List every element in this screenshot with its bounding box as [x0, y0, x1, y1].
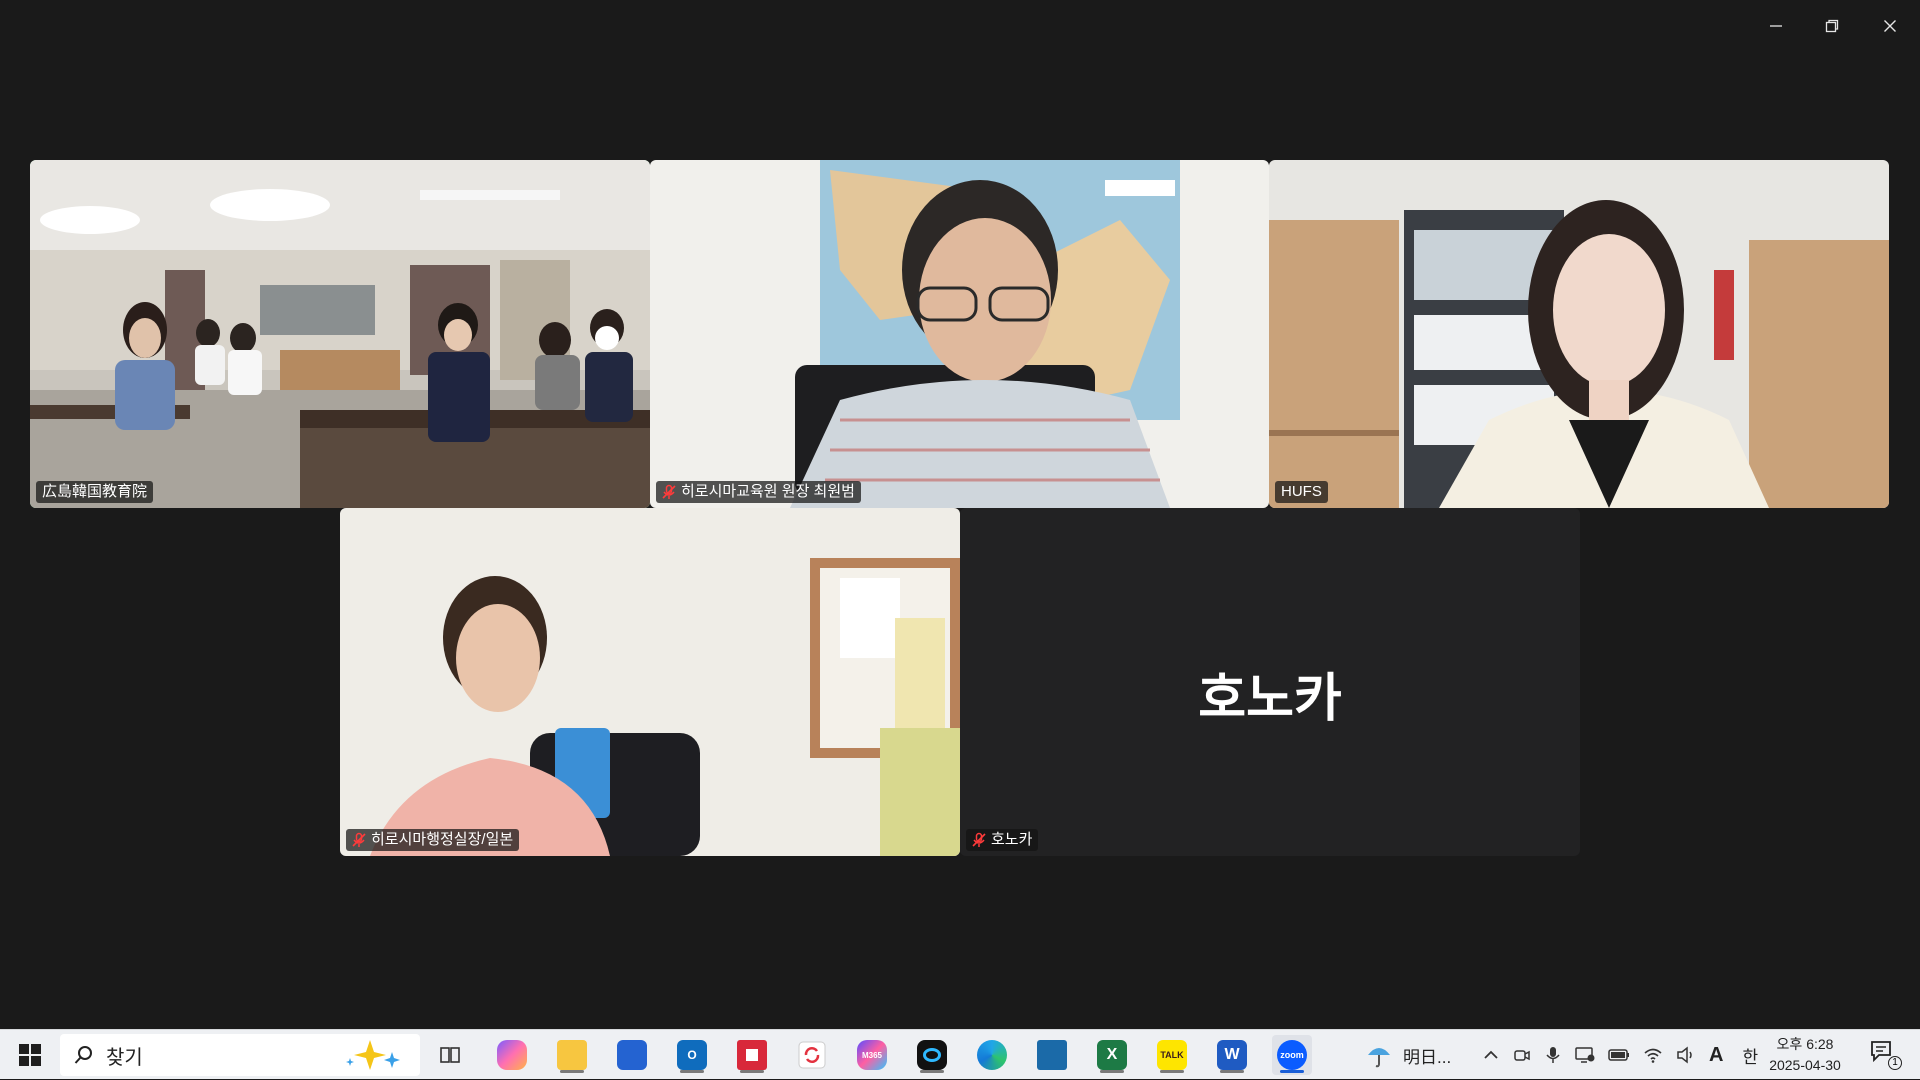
chevron-up-icon[interactable]: [1482, 1046, 1500, 1064]
participant-display-name: 호노카: [1198, 669, 1342, 729]
weather-widget[interactable]: 明日...: [1365, 1030, 1451, 1080]
search-placeholder: 찾기: [106, 1046, 143, 1069]
word-icon: W: [1217, 1040, 1247, 1070]
minimize-icon: [1770, 25, 1782, 27]
kakaotalk-button[interactable]: TALK: [1152, 1035, 1192, 1075]
weather-text: 明日...: [1403, 1047, 1452, 1067]
taskbar-clock[interactable]: 오후 6:28 2025-04-30: [1760, 1034, 1850, 1076]
participant-name: 호노카: [991, 831, 1033, 848]
zoom-button[interactable]: zoom: [1272, 1035, 1312, 1075]
close-button[interactable]: [1862, 8, 1918, 44]
sync-icon: [798, 1041, 826, 1069]
edge-button[interactable]: [972, 1035, 1012, 1075]
microsoft-store-button[interactable]: [612, 1035, 652, 1075]
remote-app-button[interactable]: [732, 1035, 772, 1075]
admin-video: [340, 508, 960, 856]
kiosk-app-icon: [1037, 1040, 1067, 1070]
notification-center-button[interactable]: 1: [1870, 1040, 1902, 1070]
clock-date: 2025-04-30: [1769, 1057, 1841, 1073]
microphone-icon[interactable]: [1544, 1046, 1562, 1064]
kakaotalk-icon: TALK: [1157, 1040, 1187, 1070]
mic-muted-icon: [972, 832, 986, 847]
participant-name-label: 히로시마교육원 원장 최원범: [656, 481, 861, 503]
webex-button[interactable]: [912, 1035, 952, 1075]
sync-app-button[interactable]: [792, 1035, 832, 1075]
battery-icon[interactable]: [1608, 1048, 1630, 1062]
excel-button[interactable]: X: [1092, 1035, 1132, 1075]
display-icon[interactable]: [1575, 1046, 1595, 1064]
task-view-icon: [440, 1047, 460, 1063]
webex-icon: [917, 1040, 947, 1070]
restore-button[interactable]: [1804, 8, 1860, 44]
store-icon: [617, 1040, 647, 1070]
camera-icon[interactable]: [1513, 1046, 1531, 1064]
participant-name-label: 호노카: [966, 829, 1039, 851]
clock-time: 오후 6:28: [1776, 1036, 1834, 1052]
mic-muted-icon: [662, 484, 676, 499]
umbrella-icon: [1368, 1048, 1390, 1068]
wifi-icon[interactable]: [1643, 1046, 1663, 1064]
director-video: [650, 160, 1269, 508]
remote-app-icon: [737, 1040, 767, 1070]
hufs-video: [1269, 160, 1889, 508]
video-tile-director[interactable]: 히로시마교육원 원장 최원범: [650, 160, 1269, 508]
system-tray: A 한: [1482, 1030, 1758, 1080]
participant-name-label: HUFS: [1275, 481, 1328, 503]
participant-name-label: 広島韓国教育院: [36, 481, 154, 503]
mic-muted-icon: [352, 832, 366, 847]
kiosk-app-button[interactable]: [1032, 1035, 1072, 1075]
video-tile-honoka[interactable]: 호노카 호노카: [960, 508, 1580, 856]
outlook-icon: O: [677, 1040, 707, 1070]
participant-name: HUFS: [1281, 483, 1322, 500]
edge-icon: [977, 1040, 1007, 1070]
taskbar-search-box[interactable]: 찾기: [60, 1034, 420, 1076]
classroom-video: [30, 160, 650, 508]
minimize-button[interactable]: [1748, 8, 1804, 44]
task-view-button[interactable]: [430, 1035, 470, 1075]
zoom-meeting-window: 広島韓国教育院 히로시마교육원 원장 최원범 HUFS 히로시마행정실장/일본 …: [0, 0, 1920, 1029]
outlook-button[interactable]: O: [672, 1035, 712, 1075]
notification-badge: 1: [1888, 1056, 1902, 1070]
close-icon: [1884, 20, 1896, 32]
word-button[interactable]: W: [1212, 1035, 1252, 1075]
speaker-icon[interactable]: [1676, 1046, 1696, 1064]
excel-icon: X: [1097, 1040, 1127, 1070]
sparkle-icon: [346, 1040, 400, 1070]
file-explorer-button[interactable]: [552, 1035, 592, 1075]
copilot-button[interactable]: [492, 1035, 532, 1075]
start-button[interactable]: [0, 1030, 60, 1080]
participant-name-label: 히로시마행정실장/일본: [346, 829, 520, 851]
participant-name: 히로시마교육원 원장 최원범: [681, 483, 855, 500]
video-tile-classroom[interactable]: 広島韓国教育院: [30, 160, 650, 508]
folder-icon: [557, 1040, 587, 1070]
windows-logo-icon: [19, 1043, 41, 1066]
participant-name: 広島韓国教育院: [42, 483, 148, 500]
copilot-icon: [497, 1040, 527, 1070]
search-icon: [74, 1046, 92, 1064]
participant-name: 히로시마행정실장/일본: [371, 831, 514, 848]
ime-language-indicator[interactable]: 한: [1742, 1043, 1758, 1068]
zoom-icon: zoom: [1277, 1040, 1307, 1070]
video-tile-hufs[interactable]: HUFS: [1269, 160, 1889, 508]
windows-taskbar: 찾기 O M365 X TALK W zoom 明日... A 한 오후 6:2…: [0, 1029, 1920, 1079]
restore-icon: [1825, 19, 1839, 33]
video-tile-admin[interactable]: 히로시마행정실장/일본: [340, 508, 960, 856]
m365-button[interactable]: M365: [852, 1035, 892, 1075]
ime-mode-indicator[interactable]: A: [1709, 1044, 1723, 1067]
m365-icon: M365: [857, 1040, 887, 1070]
